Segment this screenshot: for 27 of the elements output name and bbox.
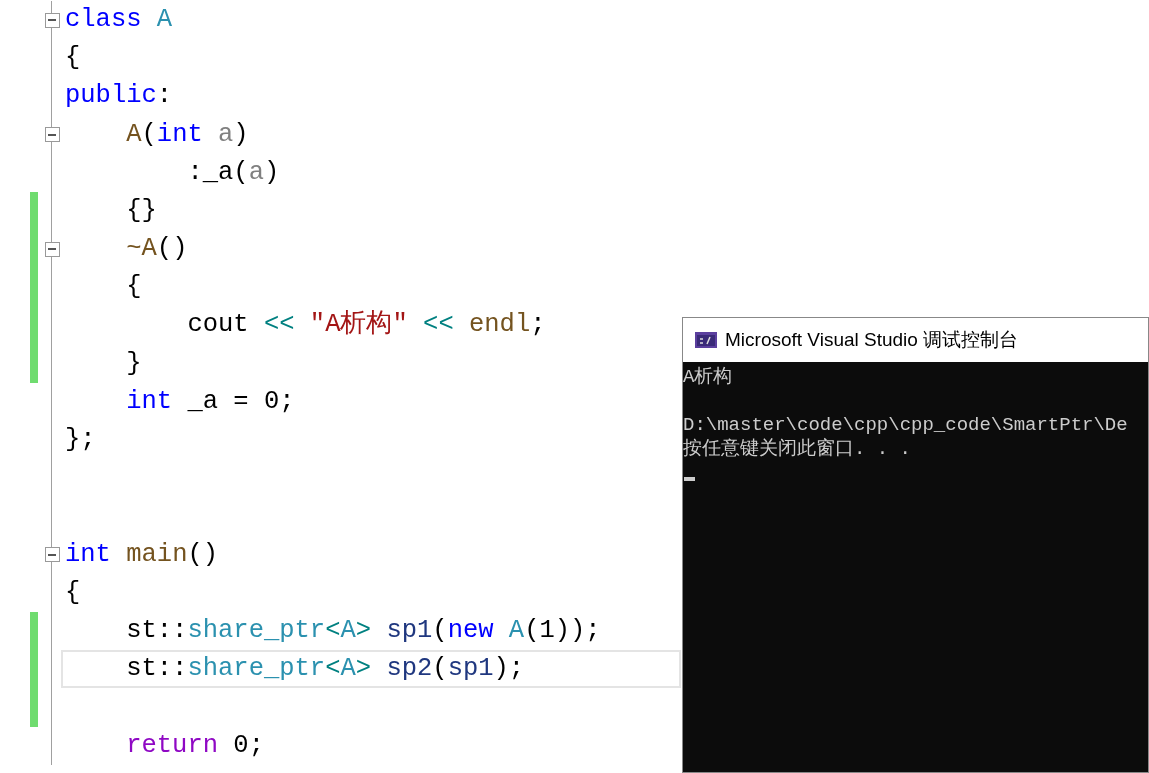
code-line: { bbox=[65, 576, 81, 609]
console-icon bbox=[695, 332, 717, 348]
code-line: {} bbox=[125, 194, 157, 227]
code-line: ~A() bbox=[125, 233, 188, 266]
console-output-line: 按任意键关闭此窗口. . . bbox=[683, 437, 911, 461]
console-title: Microsoft Visual Studio 调试控制台 bbox=[725, 327, 1019, 352]
code-line: { bbox=[125, 271, 142, 304]
code-line: st::share_ptr<A> sp1(new A(1)); bbox=[125, 614, 601, 647]
console-cursor bbox=[684, 477, 695, 481]
code-line: public: bbox=[65, 80, 173, 113]
console-output-line: D:\master\code\cpp\cpp_code\SmartPtr\De bbox=[683, 413, 1128, 437]
code-line: class A bbox=[65, 3, 173, 36]
console-output-line: A析构 bbox=[683, 365, 733, 389]
code-line: }; bbox=[65, 424, 96, 457]
collapse-icon[interactable] bbox=[44, 547, 60, 563]
code-line: :_a(a) bbox=[186, 156, 280, 189]
code-line: int _a = 0; bbox=[125, 385, 295, 418]
collapse-icon[interactable] bbox=[44, 127, 60, 143]
code-line: st::share_ptr<A> sp2(sp1); bbox=[125, 653, 525, 686]
collapse-icon[interactable] bbox=[44, 12, 60, 28]
code-line: int main() bbox=[65, 538, 219, 571]
code-line: { bbox=[65, 42, 81, 75]
code-line: } bbox=[125, 347, 142, 380]
code-line: A(int a) bbox=[125, 118, 249, 151]
code-line: return 0; bbox=[125, 729, 264, 762]
collapse-icon[interactable] bbox=[44, 241, 60, 257]
code-line: cout << "A析构" << endl; bbox=[186, 309, 546, 342]
